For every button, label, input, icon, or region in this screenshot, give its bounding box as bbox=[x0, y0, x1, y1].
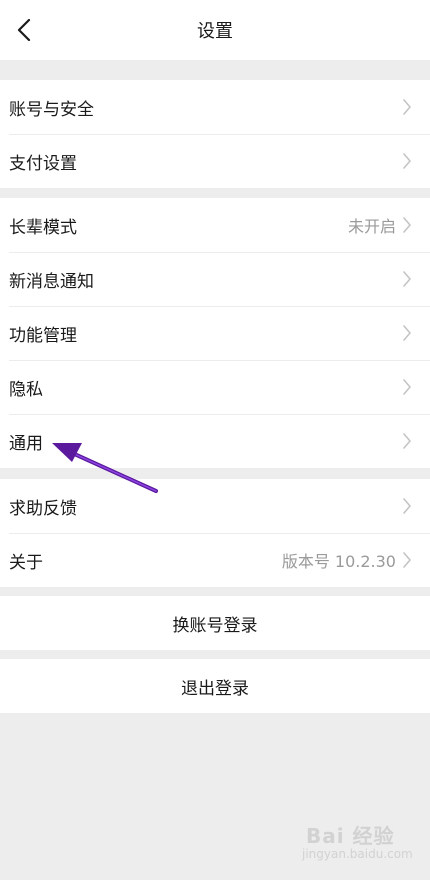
row-feature-management[interactable]: 功能管理 bbox=[0, 306, 430, 360]
watermark-sub: jingyan.baidu.com bbox=[302, 847, 413, 861]
row-value: 未开启 bbox=[347, 217, 396, 236]
chevron-right-icon bbox=[402, 153, 412, 169]
back-button[interactable] bbox=[12, 18, 36, 42]
settings-group-support: 求助反馈 关于 版本号 10.2.30 bbox=[0, 479, 430, 587]
row-label: 新消息通知 bbox=[9, 271, 94, 292]
watermark-text: Bai 经验 bbox=[306, 824, 395, 848]
row-feedback[interactable]: 求助反馈 bbox=[0, 479, 430, 533]
row-label: 隐私 bbox=[9, 379, 43, 400]
chevron-right-icon bbox=[402, 552, 412, 568]
row-label: 通用 bbox=[9, 433, 43, 454]
chevron-left-icon bbox=[17, 19, 31, 41]
settings-screen: 设置 账号与安全 支付设置 长辈模式 未开启 新消息通知 功能管理 隐私 通用 … bbox=[0, 0, 430, 880]
row-account-security[interactable]: 账号与安全 bbox=[0, 80, 430, 134]
nav-bar: 设置 bbox=[0, 0, 430, 60]
chevron-right-icon bbox=[402, 498, 412, 514]
row-label: 账号与安全 bbox=[9, 99, 94, 120]
row-label: 关于 bbox=[9, 552, 43, 573]
row-elder-mode[interactable]: 长辈模式 未开启 bbox=[0, 198, 430, 252]
version-value: 版本号 10.2.30 bbox=[281, 552, 396, 571]
chevron-right-icon bbox=[402, 271, 412, 287]
watermark: Bai 经验 jingyan.baidu.com bbox=[300, 812, 413, 862]
logout-button[interactable]: 退出登录 bbox=[0, 659, 430, 713]
chevron-right-icon bbox=[402, 325, 412, 341]
row-notifications[interactable]: 新消息通知 bbox=[0, 252, 430, 306]
row-about[interactable]: 关于 版本号 10.2.30 bbox=[0, 533, 430, 587]
settings-group-account: 账号与安全 支付设置 bbox=[0, 80, 430, 188]
row-payment-settings[interactable]: 支付设置 bbox=[0, 134, 430, 188]
page-title: 设置 bbox=[197, 21, 233, 42]
row-label: 功能管理 bbox=[9, 325, 77, 346]
row-label: 支付设置 bbox=[9, 153, 77, 174]
row-general[interactable]: 通用 bbox=[0, 414, 430, 468]
switch-account-button[interactable]: 换账号登录 bbox=[0, 596, 430, 650]
chevron-right-icon bbox=[402, 217, 412, 233]
row-label: 长辈模式 bbox=[9, 217, 77, 238]
chevron-right-icon bbox=[402, 379, 412, 395]
row-privacy[interactable]: 隐私 bbox=[0, 360, 430, 414]
chevron-right-icon bbox=[402, 433, 412, 449]
settings-group-general: 长辈模式 未开启 新消息通知 功能管理 隐私 通用 bbox=[0, 198, 430, 468]
row-label: 求助反馈 bbox=[9, 498, 77, 519]
chevron-right-icon bbox=[402, 99, 412, 115]
